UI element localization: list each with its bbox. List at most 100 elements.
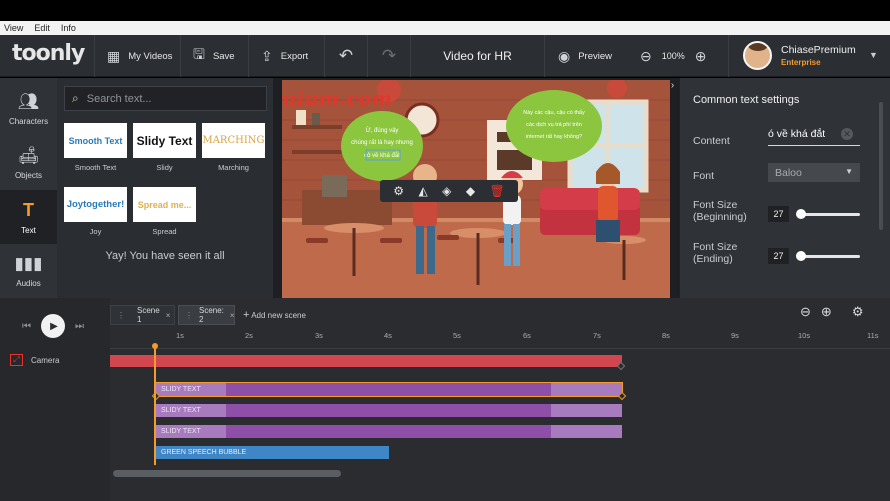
track-bar-slidy-2[interactable]: SLIDY TEXT [156, 404, 622, 417]
next-scene-icon[interactable]: ⏭ [75, 321, 84, 332]
user-menu[interactable]: ChiasePremium Enterprise ▼ [728, 35, 890, 77]
sidebar-item-text[interactable]: T Text [0, 190, 57, 244]
sidebar-item-objects[interactable]: 🛋︎ Objects [0, 136, 57, 190]
tick-label: 1s [176, 331, 184, 340]
timeline-scrollbar[interactable] [113, 470, 341, 477]
zoom-out-icon[interactable]: ⊖ [640, 48, 652, 65]
project-title[interactable]: Video for HR [410, 35, 545, 77]
font-label: Font [693, 170, 715, 182]
floppy-icon: 🖫 [193, 46, 205, 62]
tab-label: Scene: 2 [199, 306, 224, 324]
search-input[interactable]: ⌕ Search text... [64, 86, 267, 111]
sofa-icon: 🛋︎ [17, 146, 40, 165]
menu-info[interactable]: Info [61, 23, 76, 33]
zoom-level: 100% [661, 51, 685, 61]
my-videos-button[interactable]: ▦ My Videos [94, 35, 180, 77]
flip-icon[interactable]: ◭ [418, 184, 427, 198]
tick-label: 7s [593, 331, 601, 340]
tick-label: 3s [315, 331, 323, 340]
playhead-handle[interactable] [152, 343, 158, 349]
track-exit-segment [551, 404, 622, 417]
export-button[interactable]: ⇪ Export [248, 35, 324, 77]
content-label: Content [693, 135, 730, 147]
add-scene-button[interactable]: + Add new scene [243, 309, 306, 321]
tab-scene-1[interactable]: ⋮ Scene 1 × [110, 305, 175, 325]
track-label: SLIDY TEXT [161, 407, 201, 414]
search-icon: ⌕ [72, 91, 79, 105]
track-bar-slidy-1[interactable]: SLIDY TEXT [155, 382, 623, 397]
undo-icon: ↶ [338, 46, 354, 65]
size-end-input[interactable]: 27 [768, 248, 789, 264]
drag-handle-icon[interactable]: ⋮ [185, 311, 193, 320]
menu-edit[interactable]: Edit [34, 23, 50, 33]
font-select-value: Baloo [775, 166, 802, 179]
track-label: SLIDY TEXT [161, 386, 201, 393]
tick-label: 5s [453, 331, 461, 340]
track-bar-green-bubble[interactable]: GREEN SPEECH BUBBLE [156, 446, 389, 459]
text-style-preview: Slidy Text [133, 123, 196, 158]
text-style-label: Spread [152, 227, 177, 236]
redo-button[interactable]: ↷ [367, 35, 410, 77]
text-style-smooth[interactable]: Smooth Text Smooth Text [64, 123, 127, 172]
previous-scene-icon[interactable]: ⏮ [22, 321, 31, 332]
layer-down-icon[interactable]: ◆ [466, 184, 475, 198]
text-style-label: Marching [218, 163, 249, 172]
menu-view[interactable]: View [4, 23, 23, 33]
waveform-icon: ▮▮▮ [14, 254, 43, 273]
text-style-preview: Smooth Text [64, 123, 127, 158]
svg-text:internet rất hay không?: internet rất hay không? [526, 134, 582, 140]
size-begin-slider[interactable] [796, 209, 860, 219]
text-style-label: Slidy [156, 163, 173, 172]
save-button[interactable]: 🖫 Save [180, 35, 248, 77]
track-bar-slidy-3[interactable]: SLIDY TEXT [156, 425, 622, 438]
trash-icon[interactable]: 🗑︎ [490, 184, 505, 198]
text-style-slidy[interactable]: Slidy Text Slidy [133, 123, 196, 172]
svg-text:cô về khá đắt: cô về khá đắt [364, 152, 400, 159]
close-icon[interactable]: × [230, 311, 235, 320]
sidebar-item-audios[interactable]: ▮▮▮ Audios [0, 244, 57, 298]
svg-text:chúng rất là hay nhưng: chúng rất là hay nhưng [351, 140, 413, 146]
text-styles-panel: ⌕ Search text... Smooth Text Smooth Text… [57, 78, 273, 298]
text-style-marching[interactable]: MARCHING Marching [202, 123, 265, 172]
top-toolbar: toonly ▦ My Videos 🖫 Save ⇪ Export ↶ ↷ V… [0, 35, 890, 77]
size-begin-input[interactable]: 27 [768, 206, 789, 222]
track-exit-segment [551, 383, 622, 396]
size-end-slider[interactable] [796, 251, 860, 261]
clear-icon[interactable]: ✕ [841, 128, 853, 140]
slider-handle[interactable] [796, 209, 806, 219]
collapse-panel-icon[interactable]: › [666, 80, 679, 94]
drag-handle-icon[interactable]: ⋮ [117, 311, 125, 320]
close-icon[interactable]: × [166, 311, 171, 320]
keyframe-marker[interactable] [617, 391, 627, 401]
keyframe-marker[interactable] [616, 361, 626, 371]
tick-label: 2s [245, 331, 253, 340]
zoom-in-icon[interactable]: ⊕ [821, 304, 832, 320]
sidebar-item-label: Audios [16, 279, 41, 288]
font-select[interactable]: Baloo ▼ [768, 163, 860, 182]
gear-icon[interactable]: ⚙ [852, 304, 864, 320]
text-style-joy[interactable]: Joytogether! Joy [64, 187, 127, 236]
app-logo: toonly [12, 41, 85, 66]
layer-up-icon[interactable]: ◈ [442, 184, 451, 198]
tab-scene-2[interactable]: ⋮ Scene: 2 × [178, 305, 235, 325]
slider-handle[interactable] [796, 251, 806, 261]
plus-icon: + [243, 309, 250, 321]
tick-label: 4s [384, 331, 392, 340]
sidebar-item-characters[interactable]: 👥︎ Characters [0, 82, 57, 136]
element-toolbar: ⚙ ◭ ◈ ◆ 🗑︎ [380, 180, 518, 202]
preview-button[interactable]: ◉ Preview [546, 35, 626, 77]
camera-track-bar[interactable] [110, 355, 622, 367]
undo-button[interactable]: ↶ [324, 35, 367, 77]
text-style-preview: Joytogether! [64, 187, 127, 222]
panel-scrollbar[interactable] [879, 102, 883, 230]
user-name: ChiasePremium [781, 44, 856, 56]
playhead[interactable] [154, 345, 156, 465]
menu-bar: View Edit Info [0, 21, 890, 35]
zoom-in-icon[interactable]: ⊕ [695, 48, 707, 65]
play-button[interactable]: ▶ [41, 314, 65, 338]
text-style-spread[interactable]: Spread me... Spread [133, 187, 196, 236]
settings-icon[interactable]: ⚙ [393, 184, 404, 198]
tick-label: 6s [523, 331, 531, 340]
zoom-out-icon[interactable]: ⊖ [800, 304, 811, 320]
time-ruler[interactable]: 1s 2s 3s 4s 5s 6s 7s 8s 9s 10s 11s [110, 329, 890, 349]
